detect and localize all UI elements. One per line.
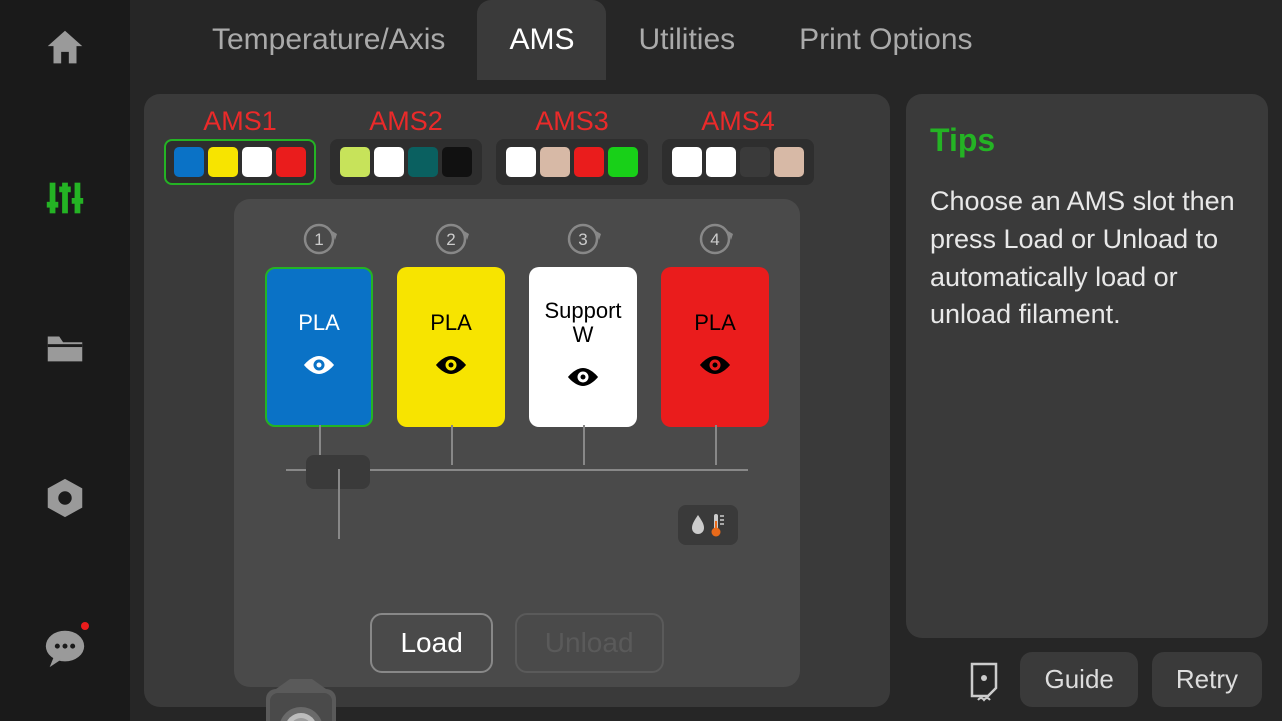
thermometer-icon <box>709 513 725 537</box>
slot-number-icon: 2 <box>431 219 471 259</box>
home-icon <box>42 25 88 71</box>
humidity-indicator[interactable] <box>678 505 738 545</box>
swatch <box>672 147 702 177</box>
right-panel: Tips Choose an AMS slot then press Load … <box>906 94 1268 707</box>
slot-number-icon: 4 <box>695 219 735 259</box>
eye-icon <box>432 353 470 383</box>
swatch <box>374 147 404 177</box>
ams-panel: AMS1 AMS2 AMS3 AMS4 1 PLA 2 PLA 3 Support W 4 PLA <box>144 94 890 707</box>
ams-unit-label: AMS2 <box>369 106 443 137</box>
slot-material-label: PLA <box>298 311 340 335</box>
sidebar-home[interactable] <box>35 18 95 78</box>
tips-box: Tips Choose an AMS slot then press Load … <box>906 94 1268 638</box>
action-buttons: Load Unload <box>234 613 800 673</box>
swatch <box>608 147 638 177</box>
hex-settings-icon <box>42 475 88 521</box>
tab-print-options[interactable]: Print Options <box>767 0 1004 80</box>
slot-connector-line <box>715 425 717 465</box>
footer-row: Guide Retry <box>906 652 1268 707</box>
extruder-graphic <box>256 679 346 721</box>
swatch <box>540 147 570 177</box>
tab-temperature-axis[interactable]: Temperature/Axis <box>180 0 477 80</box>
tips-body: Choose an AMS slot then press Load or Un… <box>930 183 1244 334</box>
ams-unit-swatches <box>330 139 482 185</box>
slot-material-label: PLA <box>694 311 736 335</box>
swatch <box>706 147 736 177</box>
swatch <box>774 147 804 177</box>
svg-text:1: 1 <box>314 230 323 249</box>
ams-unit-3[interactable]: AMS3 <box>496 106 648 185</box>
slot-number-icon: 3 <box>563 219 603 259</box>
sidebar-hex[interactable] <box>35 468 95 528</box>
svg-text:2: 2 <box>446 230 455 249</box>
ams-unit-swatches <box>662 139 814 185</box>
retry-button[interactable]: Retry <box>1152 652 1262 707</box>
slot-connector-line <box>451 425 453 465</box>
slot-card-3[interactable]: Support W <box>529 267 637 427</box>
ams-unit-2[interactable]: AMS2 <box>330 106 482 185</box>
sidebar-folder[interactable] <box>35 318 95 378</box>
eye-icon <box>696 353 734 383</box>
slot-card-2[interactable]: PLA <box>397 267 505 427</box>
sidebar-chat[interactable] <box>35 618 95 678</box>
ams-diagram: 1 PLA 2 PLA 3 Support W 4 PLA <box>234 199 800 687</box>
guide-button[interactable]: Guide <box>1020 652 1137 707</box>
slot-3: 3 Support W <box>529 219 637 427</box>
ams-unit-label: AMS4 <box>701 106 775 137</box>
ams-unit-label: AMS1 <box>203 106 277 137</box>
tips-title: Tips <box>930 122 1244 159</box>
swatch <box>242 147 272 177</box>
sliders-icon <box>42 175 88 221</box>
slot-card-1[interactable]: PLA <box>265 267 373 427</box>
tabs: Temperature/Axis AMS Utilities Print Opt… <box>130 0 1282 80</box>
slot-1: 1 PLA <box>265 219 373 427</box>
swatch <box>442 147 472 177</box>
swatch <box>276 147 306 177</box>
main: Temperature/Axis AMS Utilities Print Opt… <box>130 0 1282 721</box>
svg-text:3: 3 <box>578 230 587 249</box>
rfid-icon[interactable] <box>958 656 1006 704</box>
eye-icon <box>564 365 602 395</box>
ams-unit-4[interactable]: AMS4 <box>662 106 814 185</box>
slot-card-4[interactable]: PLA <box>661 267 769 427</box>
swatch <box>408 147 438 177</box>
chat-icon <box>42 625 88 671</box>
routing-lines <box>286 469 748 539</box>
folder-icon <box>42 325 88 371</box>
sidebar-sliders[interactable] <box>35 168 95 228</box>
slot-2: 2 PLA <box>397 219 505 427</box>
unload-button: Unload <box>515 613 664 673</box>
drop-icon <box>691 515 705 535</box>
swatch <box>574 147 604 177</box>
load-button[interactable]: Load <box>370 613 492 673</box>
ams-unit-1[interactable]: AMS1 <box>164 106 316 185</box>
swatch <box>174 147 204 177</box>
svg-text:4: 4 <box>710 230 719 249</box>
slot-material-label: PLA <box>430 311 472 335</box>
swatch <box>506 147 536 177</box>
swatch <box>340 147 370 177</box>
sidebar <box>0 0 130 721</box>
slot-4: 4 PLA <box>661 219 769 427</box>
swatch <box>208 147 238 177</box>
ams-unit-tabs: AMS1 AMS2 AMS3 AMS4 <box>164 106 870 185</box>
eye-icon <box>300 353 338 383</box>
notification-dot <box>81 622 89 630</box>
swatch <box>740 147 770 177</box>
slot-connector-line <box>583 425 585 465</box>
slot-number-icon: 1 <box>299 219 339 259</box>
ams-unit-swatches <box>496 139 648 185</box>
tab-utilities[interactable]: Utilities <box>606 0 767 80</box>
slot-material-label: Support W <box>544 299 621 347</box>
ams-unit-swatches <box>164 139 316 185</box>
slots-row: 1 PLA 2 PLA 3 Support W 4 PLA <box>234 219 800 427</box>
ams-unit-label: AMS3 <box>535 106 609 137</box>
tab-ams[interactable]: AMS <box>477 0 606 80</box>
